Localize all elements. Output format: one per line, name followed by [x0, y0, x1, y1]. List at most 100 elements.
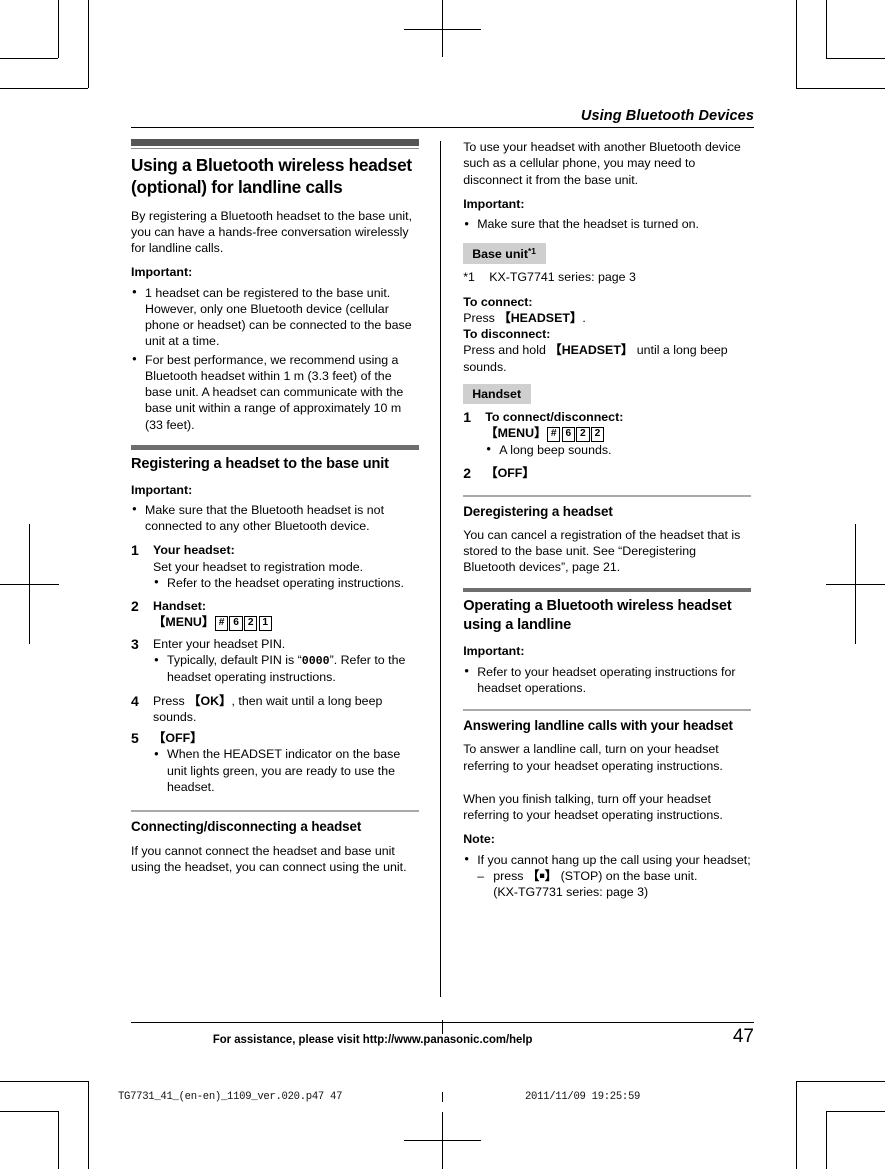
heading-using-bluetooth-headset: Using a Bluetooth wireless headset (opti…: [131, 155, 412, 197]
step-5: 5 【OFF】 When the HEADSET indicator on th…: [131, 730, 419, 797]
default-pin-value: 0000: [301, 655, 330, 669]
step-number: 1: [463, 408, 471, 425]
important-label-1: Important:: [131, 265, 193, 280]
key-1: 1: [258, 615, 272, 632]
important-bullets-1: 1 headset can be registered to the base …: [131, 284, 419, 433]
list-item: Refer to the headset operating instructi…: [153, 574, 419, 591]
footnote-mark: *1: [463, 270, 475, 285]
crop-mark-top-right-vertical: [826, 0, 827, 58]
key-hash: #: [214, 615, 229, 632]
step-text: Press 【OK】, then wait until a long beep …: [153, 693, 419, 726]
note-label: Note:: [463, 832, 495, 847]
list-item: Typically, default PIN is “0000”. Refer …: [153, 652, 419, 685]
to-disconnect-label: To disconnect:: [463, 327, 551, 341]
step-body: Enter your headset PIN. Typically, defau…: [153, 636, 419, 688]
print-slug-timestamp: 2011/11/09 19:25:59: [525, 1091, 641, 1103]
footnote-line: *1 KX-TG7741 series: page 3: [463, 269, 751, 285]
subsection-heading-bar-operating: [463, 587, 752, 593]
heading-deregistering-headset: Deregistering a headset: [463, 503, 613, 519]
crop-mark-top-right-horizontal: [826, 58, 885, 59]
key-menu: 【MENU】: [485, 426, 547, 440]
to-disconnect-text-before: Press and hold: [463, 343, 550, 358]
right-column: To use your headset with another Bluetoo…: [441, 139, 752, 999]
heading-answering-calls: Answering landline calls with your heads…: [463, 718, 733, 734]
list-item: Refer to your headset operating instruct…: [463, 663, 751, 697]
list-item: 1 headset can be registered to the base …: [131, 284, 419, 350]
step-2-right: 2 【OFF】: [463, 465, 751, 482]
step-body: 【OFF】 When the HEADSET indicator on the …: [153, 730, 419, 797]
step-bullets: Typically, default PIN is “0000”. Refer …: [153, 652, 419, 685]
step-2: 2 Handset: 【MENU】 #6 2 1: [131, 598, 419, 632]
step-body: To connect/disconnect: 【MENU】#622 A long…: [485, 409, 751, 460]
registration-mark-bottom-horizontal: [404, 1140, 481, 1141]
registration-mark-right-horizontal: [826, 584, 885, 585]
key-2b: 2: [590, 426, 605, 442]
step-number: 2: [463, 465, 471, 482]
registration-mark-left-horizontal: [0, 584, 59, 585]
heading-registering-headset: Registering a headset to the base unit: [131, 455, 389, 472]
key-off: 【OFF】: [153, 731, 203, 746]
subsubsection-rule-deregistering: [463, 494, 752, 497]
list-item: For best performance, we recommend using…: [131, 351, 419, 433]
crop-mark-top-left-horizontal: [0, 58, 58, 59]
step-body: Your headset: Set your headset to regist…: [153, 542, 419, 593]
key-headset: 【HEADSET】: [549, 343, 634, 358]
note-dash-line2: (KX-TG7731 series: page 3): [493, 885, 649, 900]
step-bullets: A long beep sounds.: [485, 441, 751, 458]
footnote-text: KX-TG7741 series: page 3: [489, 270, 636, 285]
note-dash-before: press: [493, 868, 527, 883]
page-number: 47: [732, 1026, 754, 1047]
step-bullets: Refer to the headset operating instructi…: [153, 574, 419, 591]
step-number: 5: [131, 730, 139, 747]
step-title: Handset:: [153, 599, 207, 613]
step-number: 3: [131, 636, 139, 653]
key-ok: 【OK】: [188, 693, 232, 708]
list-item: A long beep sounds.: [485, 441, 751, 458]
list-item: When the HEADSET indicator on the base u…: [153, 746, 419, 795]
crop-mark-bottom-left-vertical: [58, 1111, 59, 1169]
step-number: 2: [131, 598, 139, 614]
crop-mark-bottom-right-inner-vertical: [796, 1081, 797, 1169]
important-bullets-2: Make sure that the Bluetooth headset is …: [131, 501, 419, 535]
to-connect-label: To connect:: [463, 294, 533, 309]
step-body: Handset: 【MENU】 #6 2 1: [153, 598, 419, 632]
step-number: 1: [131, 542, 139, 559]
footer-row: For assistance, please visit http://www.…: [131, 1023, 754, 1046]
connecting-paragraph: If you cannot connect the headset and ba…: [131, 843, 407, 874]
print-slug-filename: TG7731_41_(en-en)_1109_ver.020.p47 47: [118, 1091, 343, 1103]
key-sequence: 【MENU】 #6 2 2: [485, 425, 751, 442]
subsubsection-rule-answering: [463, 709, 752, 712]
registration-mark-top-horizontal: [404, 29, 481, 30]
key-sequence: 【MENU】 #6 2 1: [153, 614, 419, 632]
two-column-layout: Using a Bluetooth wireless headset (opti…: [131, 139, 754, 999]
note-bullets: If you cannot hang up the call using you…: [463, 851, 751, 901]
running-head-rule: [131, 127, 754, 128]
footnote-superscript: *1: [527, 246, 536, 257]
step-body: 【OFF】: [485, 465, 751, 482]
key-off: 【OFF】: [485, 466, 535, 481]
running-head: Using Bluetooth Devices: [580, 108, 754, 124]
deregistering-paragraph: You can cancel a registration of the hea…: [463, 527, 741, 575]
step-text: Enter your headset PIN.: [153, 637, 286, 652]
heading-operating-headset: Operating a Bluetooth wireless headset u…: [463, 598, 732, 634]
continued-paragraph: To use your headset with another Bluetoo…: [463, 140, 741, 187]
to-connect-text-before: Press: [463, 310, 499, 325]
step-1: 1 Your headset: Set your headset to regi…: [131, 542, 419, 593]
answering-paragraph-1: To answer a landline call, turn on your …: [463, 742, 723, 773]
list-item: Make sure that the Bluetooth headset is …: [131, 501, 419, 535]
crop-mark-bottom-left-inner-horizontal: [0, 1081, 88, 1082]
crop-mark-top-right-inner-horizontal: [796, 88, 885, 89]
step-4: 4 Press 【OK】, then wait until a long bee…: [131, 693, 419, 726]
device-tag-label: Handset: [472, 386, 522, 401]
section-heading-rule: [131, 148, 419, 149]
device-tag-handset: Handset: [463, 383, 532, 404]
key-6: 6: [229, 615, 243, 632]
crop-mark-bottom-right-horizontal: [826, 1111, 885, 1112]
key-6: 6: [561, 426, 575, 442]
list-item: Make sure that the headset is turned on.: [463, 215, 751, 232]
important-label-2: Important:: [131, 482, 193, 497]
crop-mark-bottom-right-vertical: [826, 1111, 827, 1169]
list-item: press 【■】 (STOP) on the base unit. (KX-TG…: [477, 868, 751, 901]
crop-mark-top-left-inner-horizontal: [0, 88, 88, 89]
